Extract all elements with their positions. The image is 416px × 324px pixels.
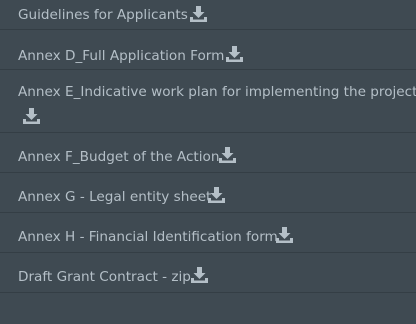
document-link-annex-f[interactable]: Annex F_Budget of the Action [18, 149, 219, 166]
document-link-guidelines[interactable]: Guidelines for Applicants [18, 7, 188, 24]
download-icon[interactable] [191, 267, 208, 283]
document-row: Annex D_Full Application Form [0, 30, 416, 70]
download-icon[interactable] [276, 227, 293, 243]
download-icon[interactable] [219, 147, 236, 163]
document-row: Annex F_Budget of the Action [0, 133, 416, 173]
document-row: Draft Grant Contract - zip [0, 253, 416, 293]
document-row: Annex H - Financial Identification form [0, 213, 416, 253]
download-icon[interactable] [226, 46, 243, 62]
document-link-annex-h[interactable]: Annex H - Financial Identification form [18, 229, 278, 246]
document-link-annex-e[interactable]: Annex E_Indicative work plan for impleme… [18, 84, 416, 101]
document-link-annex-g[interactable]: Annex G - Legal entity sheet [18, 189, 211, 206]
document-row: Annex G - Legal entity sheet [0, 173, 416, 213]
download-icon[interactable] [208, 187, 225, 203]
download-icon[interactable] [23, 108, 40, 124]
document-link-annex-d[interactable]: Annex D_Full Application Form [18, 48, 224, 65]
document-row: Guidelines for Applicants [0, 0, 416, 30]
download-icon[interactable] [190, 6, 207, 22]
document-row: Annex E_Indicative work plan for impleme… [0, 70, 416, 133]
document-list: Guidelines for Applicants Annex D_Full A… [0, 0, 416, 324]
document-link-draft-grant-contract[interactable]: Draft Grant Contract - zip [18, 269, 191, 286]
